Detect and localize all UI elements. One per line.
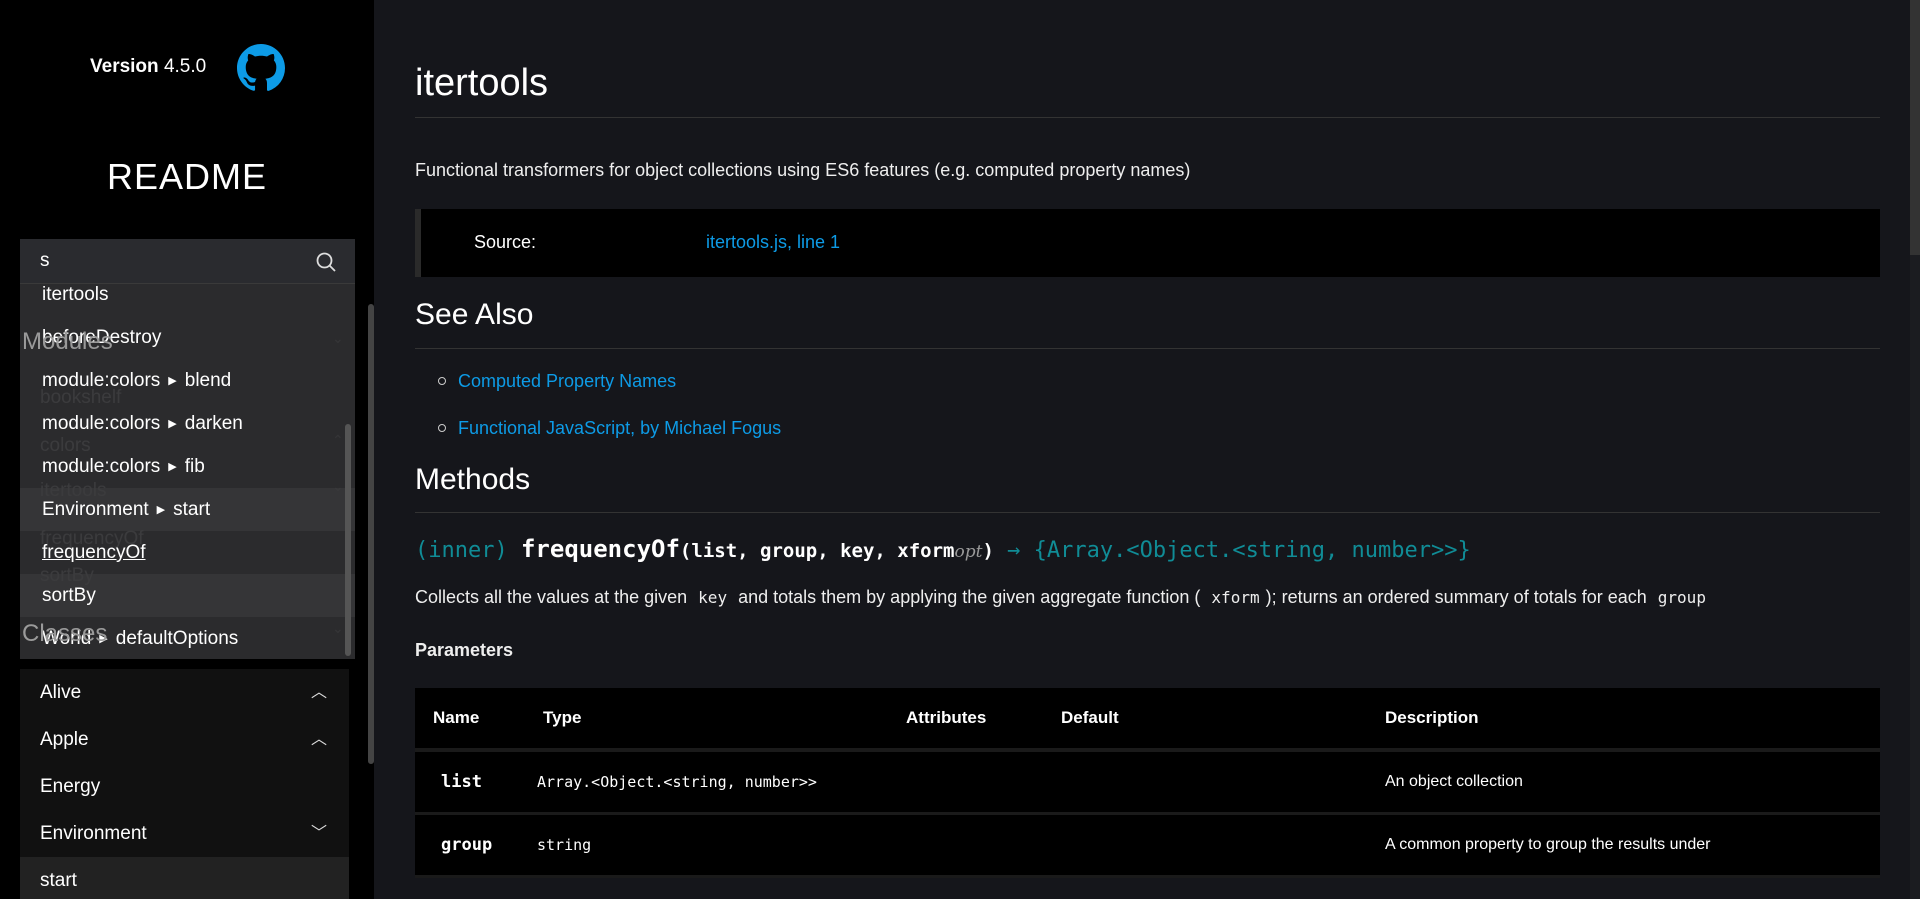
dropdown-scrollbar[interactable]	[345, 424, 351, 656]
see-also-link[interactable]: Functional JavaScript, by Michael Fogus	[458, 418, 781, 438]
bullet-icon	[438, 424, 446, 432]
github-icon[interactable]	[237, 44, 285, 92]
column-header: Attributes	[888, 688, 1043, 752]
list-item: Functional JavaScript, by Michael Fogus	[438, 418, 781, 439]
nav-item-alive[interactable]: Alive ︿	[20, 669, 349, 716]
nav-item-start[interactable]: start	[20, 857, 349, 899]
see-also-heading: See Also	[415, 298, 534, 331]
readme-link[interactable]: README	[0, 156, 374, 198]
table-cell	[888, 750, 1043, 815]
search-box	[20, 239, 355, 284]
source-box: Source: itertools.js, line 1	[415, 209, 1880, 277]
parameters-heading: Parameters	[415, 640, 514, 660]
chevron-up-icon[interactable]: ︿	[311, 669, 327, 716]
page-title: itertools	[415, 62, 549, 104]
method-description: Collects all the values at the given key…	[415, 587, 1706, 607]
column-header: Type	[525, 688, 888, 752]
table-cell	[1043, 813, 1367, 878]
search-result-item[interactable]: sortBy	[20, 574, 355, 617]
table-cell: list	[415, 750, 525, 815]
table-cell: A common property to group the results u…	[1367, 813, 1880, 878]
table-cell: group	[415, 813, 525, 878]
classes-nav: Alive ︿ Apple ︿ Energy Environment ﹀ start	[20, 669, 349, 899]
scrollbar-thumb[interactable]	[1910, 0, 1920, 255]
column-header: Name	[415, 688, 525, 752]
table-row: group string A common property to group th…	[415, 813, 1880, 878]
bullet-icon	[438, 377, 446, 385]
method-signature: (inner) frequencyOf(list, group, key, xf…	[415, 535, 1471, 563]
search-icon[interactable]	[315, 251, 337, 273]
sidebar-scrollbar[interactable]	[368, 304, 374, 764]
search-result-item[interactable]: Environment ▶ start	[20, 488, 355, 531]
divider	[415, 512, 1880, 513]
column-header: Description	[1367, 688, 1880, 752]
search-input[interactable]	[40, 247, 310, 275]
triangle-right-icon: ▶	[156, 504, 166, 516]
version-label: Version 4.5.0	[90, 56, 207, 77]
table-cell: Array.<Object.<string, number>>	[525, 750, 888, 815]
search-result-item[interactable]: module:colors ▶ blend	[20, 359, 355, 402]
methods-heading: Methods	[415, 463, 531, 496]
table-cell	[1043, 750, 1367, 815]
table-cell: string	[525, 813, 888, 878]
table-cell	[888, 813, 1043, 878]
module-description: Functional transformers for object colle…	[415, 160, 1191, 180]
modules-heading[interactable]: Modules	[22, 328, 113, 356]
see-also-link[interactable]: Computed Property Names	[458, 371, 676, 391]
search-result-item[interactable]: module:colors ▶ fib	[20, 445, 355, 488]
sidebar: Version 4.5.0 README Modules ⌄ bookshelf…	[0, 0, 374, 899]
triangle-right-icon: ▶	[168, 461, 177, 473]
divider	[415, 348, 1880, 349]
source-link[interactable]: itertools.js, line 1	[706, 232, 840, 253]
search-result-item[interactable]: module:colors ▶ darken	[20, 402, 355, 445]
parameters-table: Name Type Attributes Default Description…	[415, 688, 1880, 878]
nav-item-energy[interactable]: Energy	[20, 763, 349, 810]
chevron-up-icon[interactable]: ︿	[311, 716, 327, 763]
triangle-right-icon: ▶	[168, 418, 177, 430]
method-name: frequencyOf	[520, 535, 680, 563]
chevron-down-icon[interactable]: ﹀	[311, 810, 327, 857]
table-row: list Array.<Object.<string, number>> An ob…	[415, 750, 1880, 815]
nav-item-apple[interactable]: Apple ︿	[20, 716, 349, 763]
search-result-item[interactable]: frequencyOf	[20, 531, 355, 574]
triangle-right-icon: ▶	[168, 375, 177, 387]
source-label: Source:	[474, 232, 537, 252]
divider	[415, 117, 1880, 118]
list-item: Computed Property Names	[438, 371, 676, 392]
nav-item-environment[interactable]: Environment ﹀	[20, 810, 349, 857]
main-scrollbar[interactable]	[1910, 0, 1920, 899]
column-header: Default	[1043, 688, 1367, 752]
classes-heading[interactable]: Classes	[22, 620, 107, 648]
table-cell: An object collection	[1367, 750, 1880, 815]
search-result-item[interactable]: itertools	[20, 284, 355, 316]
